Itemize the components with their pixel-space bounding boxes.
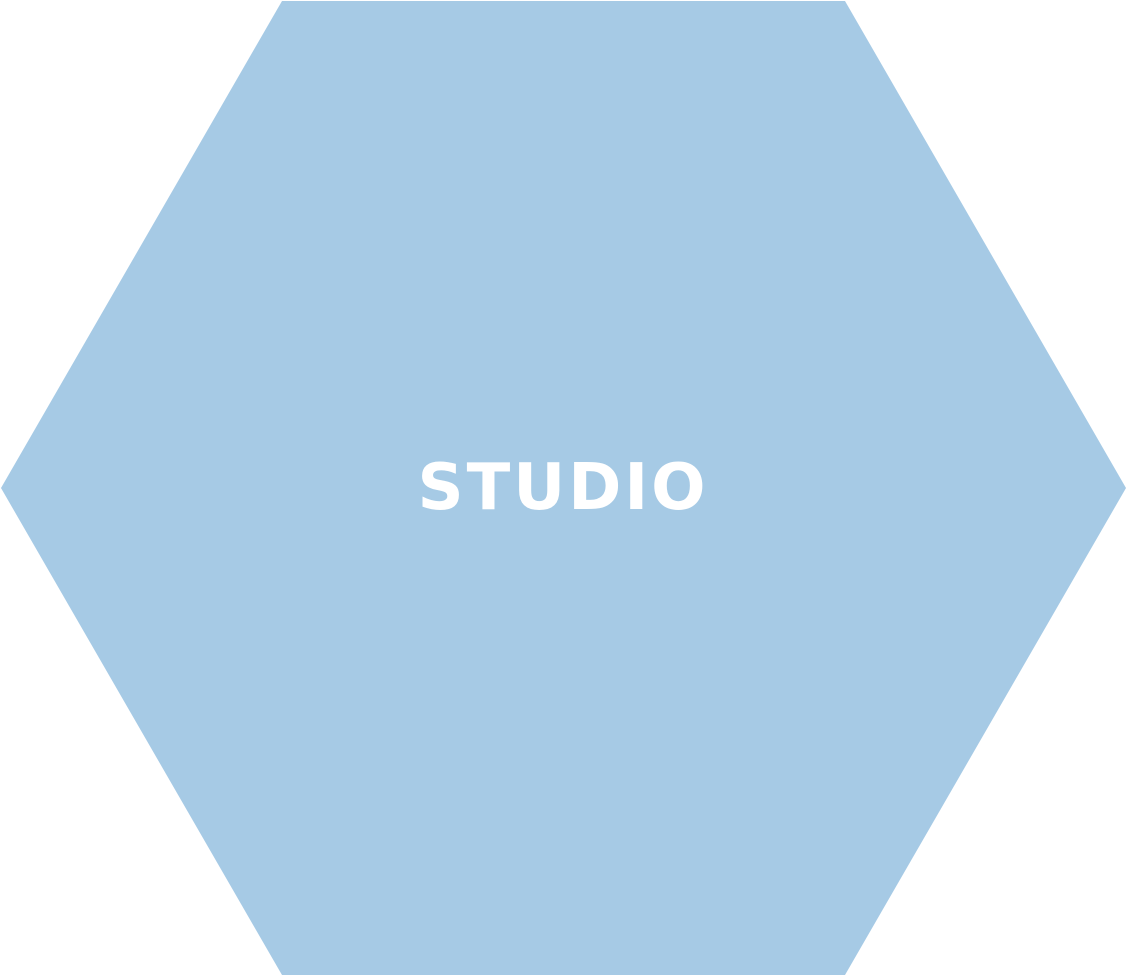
- hexagon-fill[interactable]: [1, 1, 1126, 975]
- hexagon-shape[interactable]: [0, 0, 1126, 976]
- hexagon-button[interactable]: STUDIO: [0, 0, 1126, 976]
